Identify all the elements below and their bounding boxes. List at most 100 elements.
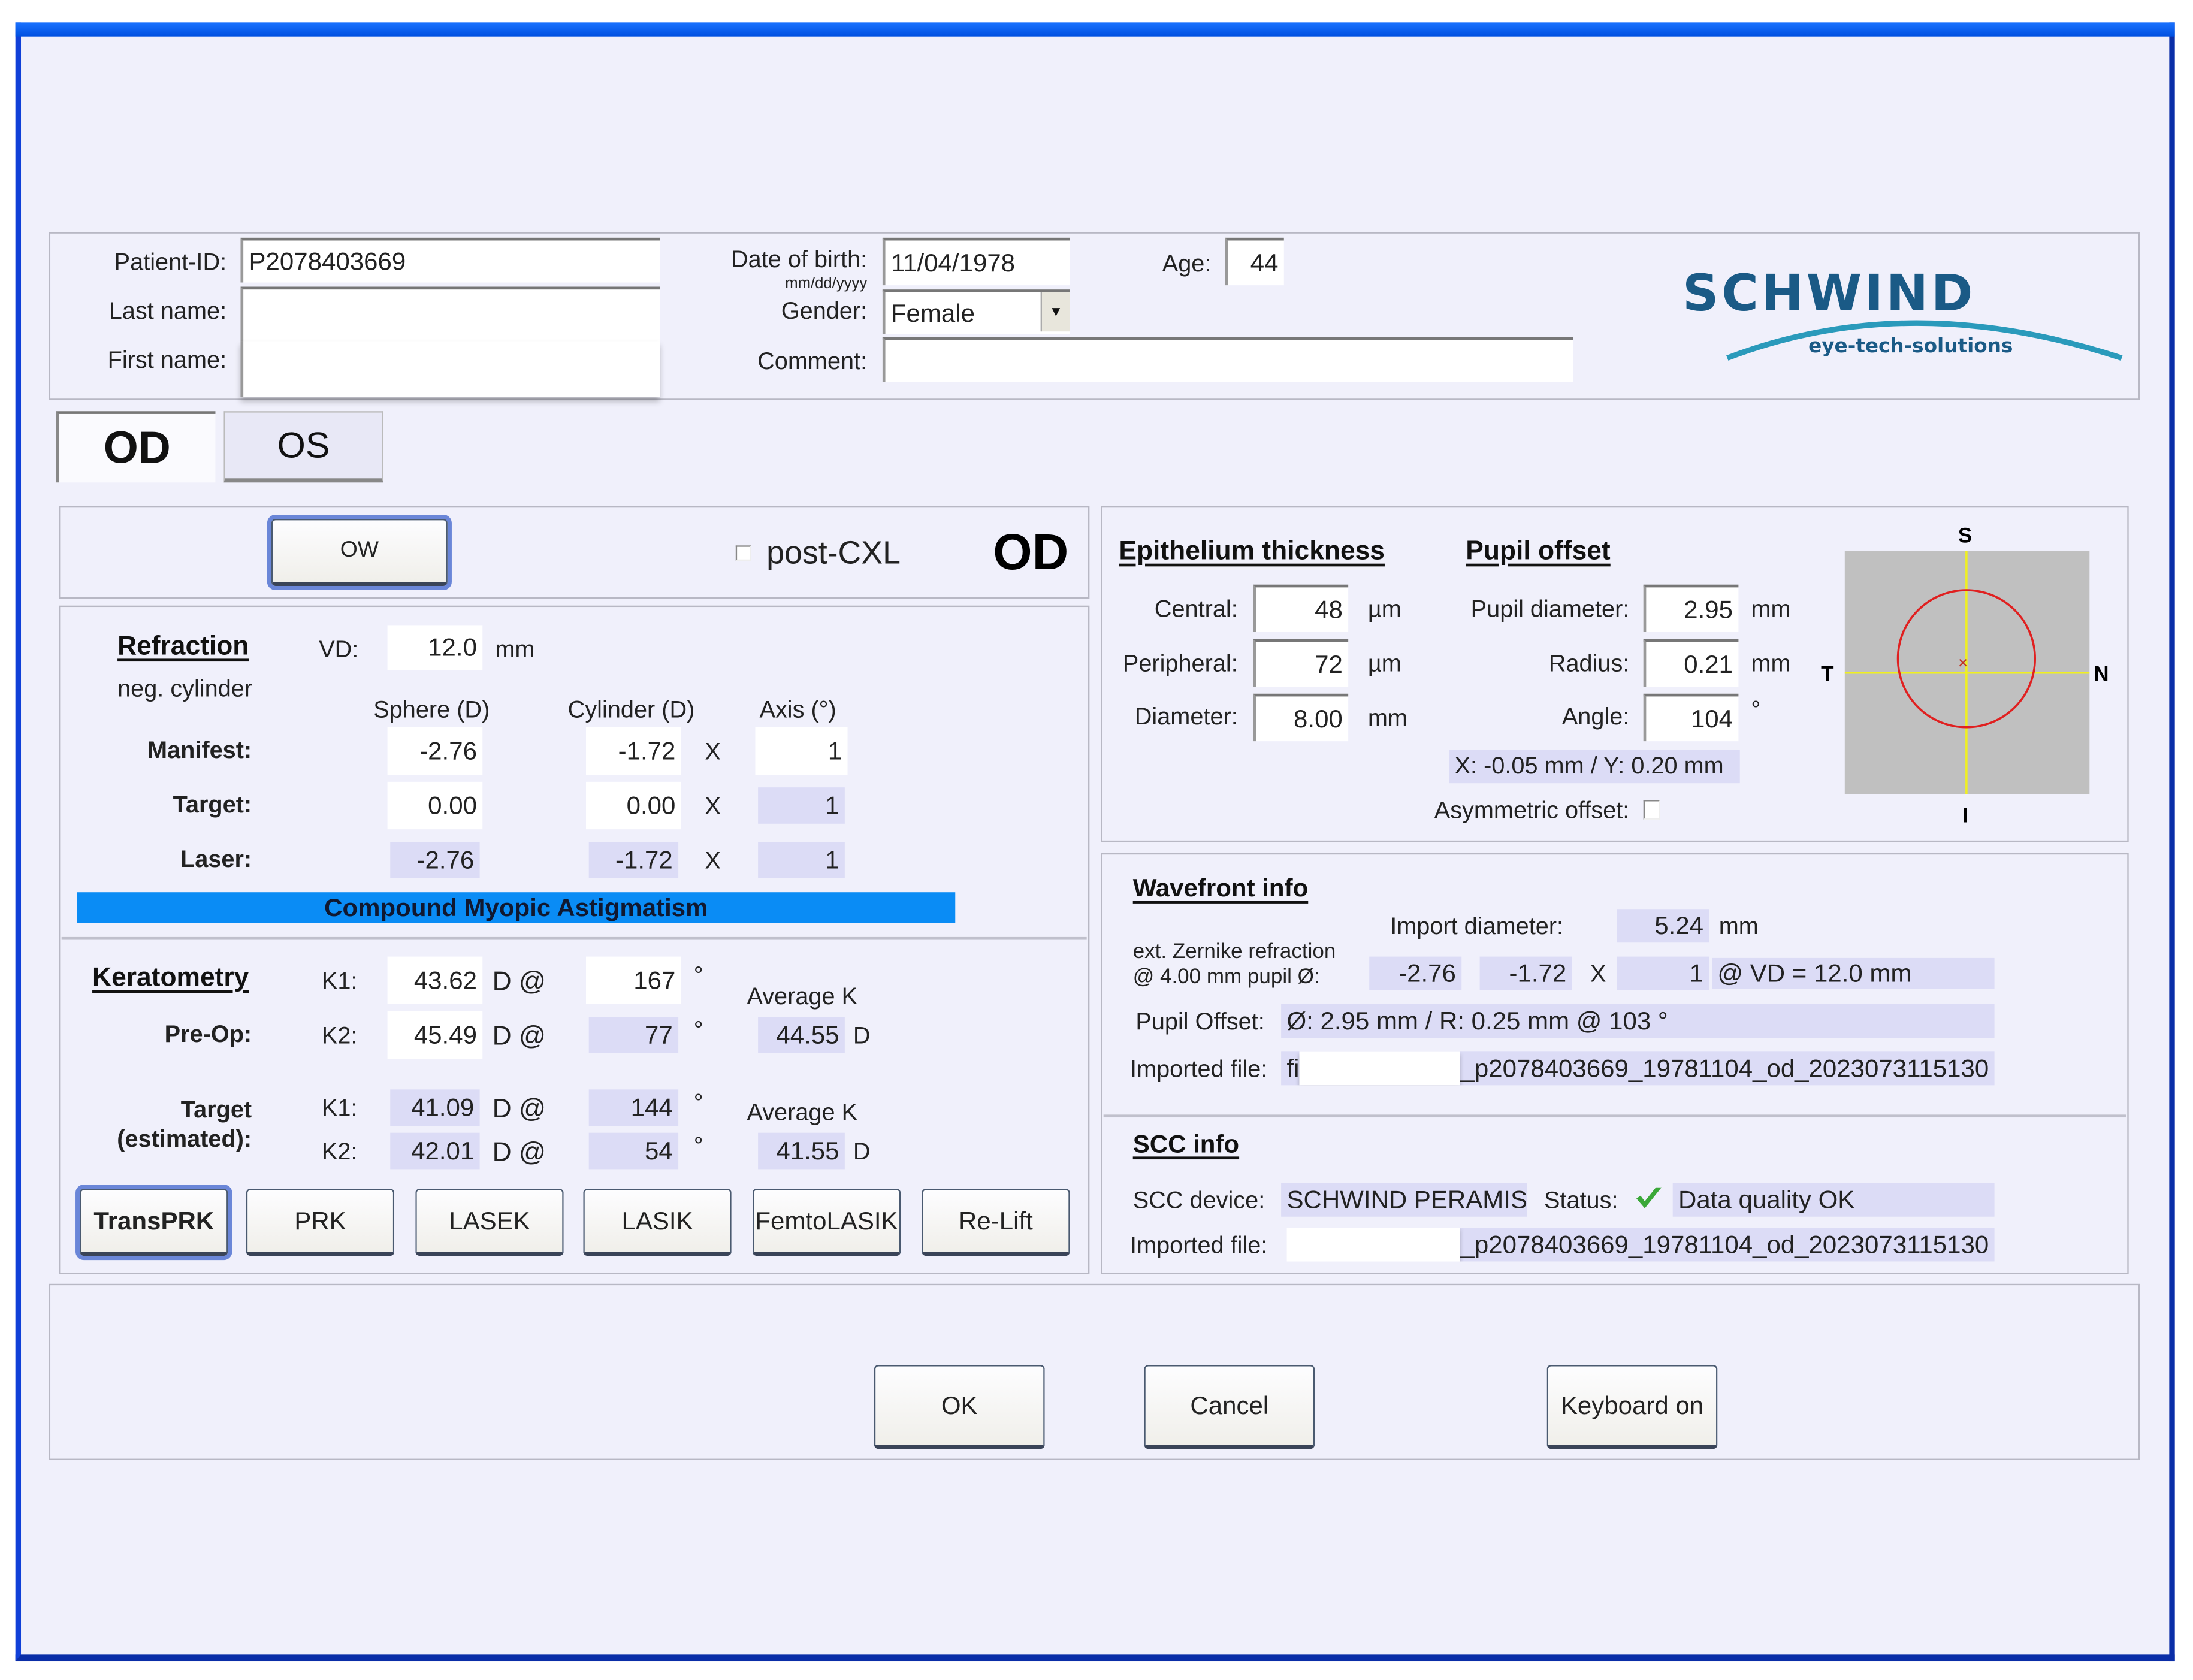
column-header-sphere: Sphere (D) <box>373 696 490 723</box>
comment-input[interactable] <box>882 337 1573 382</box>
epithelium-title: Epithelium thickness <box>1119 537 1385 567</box>
epi-central-unit: µm <box>1367 596 1401 623</box>
logo-graphic: SCHWIND eye-tech-solutions <box>1682 264 2123 361</box>
tab-os[interactable]: OS <box>223 411 383 483</box>
age-label: Age: <box>1162 250 1212 277</box>
preop-k1-input[interactable]: 43.62 <box>387 956 483 1004</box>
epi-central-input[interactable]: 48 <box>1253 584 1349 633</box>
pupil-diameter-input[interactable]: 2.95 <box>1643 584 1739 633</box>
patient-id-input[interactable]: P2078403669 <box>240 237 660 283</box>
target-cylinder-input[interactable]: 0.00 <box>586 781 681 830</box>
gender-dropdown-button[interactable]: ▼ <box>1040 292 1070 332</box>
target-sphere-input[interactable]: 0.00 <box>387 781 483 830</box>
asymmetric-offset-checkbox[interactable] <box>1643 800 1660 820</box>
manifest-axis-input[interactable]: 1 <box>755 727 848 775</box>
comment-label: Comment: <box>757 348 868 375</box>
column-header-cylinder: Cylinder (D) <box>567 696 695 723</box>
treatment-relift-button[interactable]: Re-Lift <box>922 1189 1070 1256</box>
laser-label: Laser: <box>180 846 252 873</box>
pupil-radius-input[interactable]: 0.21 <box>1643 639 1739 687</box>
pupil-diameter-label: Pupil diameter: <box>1470 596 1630 623</box>
refraction-subtitle: neg. cylinder <box>117 675 253 702</box>
zernike-label-line1: ext. Zernike refraction <box>1132 939 1336 964</box>
preop-avg-k-field: 44.55 <box>758 1016 845 1053</box>
vd-input[interactable]: 12.0 <box>387 625 483 670</box>
wavefront-file-prefix: fi <box>1286 1053 1300 1082</box>
patient-id-label: Patient-ID: <box>114 249 227 276</box>
schwind-logo: SCHWIND eye-tech-solutions <box>1671 260 2132 372</box>
zernike-axis-field: 1 <box>1617 956 1709 990</box>
post-cxl-checkbox[interactable] <box>735 545 751 561</box>
treatment-lasek-button[interactable]: LASEK <box>415 1189 564 1256</box>
scc-title: SCC info <box>1132 1130 1240 1158</box>
preop-k1-label: K1: <box>321 968 358 995</box>
cancel-button[interactable]: Cancel <box>1144 1365 1315 1449</box>
tab-od[interactable]: OD <box>56 411 216 483</box>
target-avg-k-unit: D <box>853 1138 871 1165</box>
pupil-xy-readout: X: -0.05 mm / Y: 0.20 mm <box>1449 750 1740 784</box>
pupil-angle-label: Angle: <box>1561 703 1630 730</box>
tab-od-label: OD <box>103 422 171 473</box>
preop-k2-input[interactable]: 45.49 <box>387 1011 483 1059</box>
ok-button[interactable]: OK <box>874 1365 1045 1449</box>
preop-avg-k-unit: D <box>853 1022 871 1049</box>
pupil-offset-title: Pupil offset <box>1466 537 1611 567</box>
preop-k1-axis-input[interactable]: 167 <box>586 956 681 1004</box>
target-k-label: Target <box>180 1096 252 1123</box>
scc-device-label: SCC device: <box>1132 1187 1265 1214</box>
preop-k2-axis-field: 77 <box>588 1016 679 1053</box>
treatment-lasik-button[interactable]: LASIK <box>583 1189 732 1256</box>
wavefront-pupil-offset-field: Ø: 2.95 mm / R: 0.25 mm @ 103 ° <box>1281 1004 1995 1038</box>
manifest-x: X <box>705 738 721 765</box>
preop-k1-unit: D @ <box>492 968 546 998</box>
title-bar[interactable] <box>15 22 2175 37</box>
epi-diameter-label: Diameter: <box>1134 703 1238 730</box>
label-temporal: T <box>1821 663 1833 686</box>
target-k1-field: 41.09 <box>390 1089 480 1126</box>
ow-button[interactable]: OW <box>267 514 452 591</box>
preop-k2-label: K2: <box>321 1022 358 1049</box>
import-diameter-label: Import diameter: <box>1390 913 1564 940</box>
target-label: Target: <box>173 791 252 818</box>
target-k2-label: K2: <box>321 1138 358 1165</box>
zernike-sphere-field: -2.76 <box>1369 956 1462 990</box>
wavefront-file-name: _p2078403669_19781104_od_2023073115130 <box>1460 1053 1989 1082</box>
manifest-cylinder-input[interactable]: -1.72 <box>586 727 681 775</box>
keyboard-on-button[interactable]: Keyboard on <box>1546 1365 1718 1449</box>
scc-status-field: Data quality OK <box>1672 1183 1995 1217</box>
target-k2-axis-field: 54 <box>588 1132 679 1170</box>
target-k1-unit: D @ <box>492 1095 546 1125</box>
wavefront-file-redaction <box>1299 1051 1461 1086</box>
wavefront-pupil-offset-label: Pupil Offset: <box>1135 1008 1265 1035</box>
target-k1-label: K1: <box>321 1095 358 1122</box>
last-name-label: Last name: <box>108 298 227 325</box>
scc-device-field: SCHWIND PERAMIS <box>1281 1183 1527 1217</box>
epi-peripheral-input[interactable]: 72 <box>1253 639 1349 687</box>
label-nasal: N <box>2094 663 2109 686</box>
first-name-input[interactable] <box>240 341 660 397</box>
asymmetric-offset-label: Asymmetric offset: <box>1434 797 1630 824</box>
target-k1-axis-field: 144 <box>588 1089 679 1126</box>
epi-peripheral-unit: µm <box>1367 650 1401 677</box>
preop-label: Pre-Op: <box>164 1020 252 1048</box>
pupil-angle-input[interactable]: 104 <box>1643 693 1739 742</box>
zernike-cylinder-field: -1.72 <box>1479 956 1572 990</box>
laser-sphere-field: -2.76 <box>390 842 480 878</box>
dob-input[interactable]: 11/04/1978 <box>882 237 1070 286</box>
epi-diameter-input[interactable]: 8.00 <box>1253 693 1349 742</box>
tab-os-label: OS <box>277 424 330 466</box>
treatment-femtolasik-button[interactable]: FemtoLASIK <box>752 1189 901 1256</box>
preop-k2-deg: ° <box>693 1016 703 1044</box>
laser-x: X <box>705 847 721 874</box>
treatment-prk-button[interactable]: PRK <box>246 1189 395 1256</box>
panel-divider <box>61 936 1087 940</box>
first-name-label: First name: <box>107 346 227 374</box>
gender-label: Gender: <box>781 298 868 325</box>
keratometry-title: Keratometry <box>92 963 249 993</box>
zernike-label-line2: @ 4.00 mm pupil Ø: <box>1132 965 1320 989</box>
vd-label: VD: <box>319 636 359 663</box>
last-name-input[interactable] <box>240 286 660 343</box>
chevron-down-icon: ▼ <box>1049 304 1063 320</box>
treatment-transprk-button[interactable]: TransPRK <box>75 1185 232 1261</box>
manifest-sphere-input[interactable]: -2.76 <box>387 727 483 775</box>
